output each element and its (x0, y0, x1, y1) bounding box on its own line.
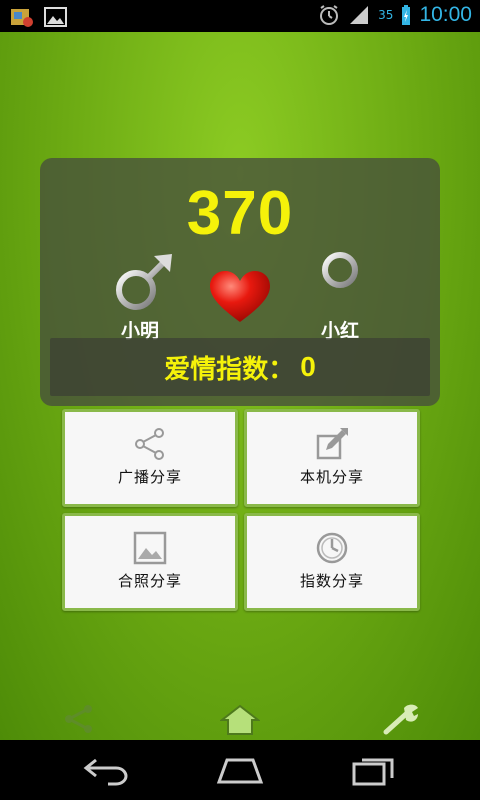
app-notification-icon (11, 9, 33, 27)
score-panel: 370 小明 小红 爱情指数： 0 (40, 158, 440, 406)
back-icon[interactable] (82, 752, 130, 788)
system-nav-bar (0, 740, 480, 800)
love-index-label: 爱情指数： (164, 354, 295, 385)
tile-label: 本机分享 (299, 468, 364, 486)
tile-label: 指数分享 (299, 572, 364, 590)
recent-apps-icon[interactable] (350, 752, 398, 788)
wrench-icon[interactable] (382, 702, 420, 736)
love-index-value: 0 (300, 351, 316, 382)
score-value: 370 (186, 179, 294, 248)
image-notification-icon (44, 7, 67, 27)
female-symbol-icon (322, 252, 358, 312)
tile-label: 合照分享 (117, 572, 182, 590)
home-nav-icon[interactable] (215, 752, 265, 788)
male-symbol-icon (116, 254, 172, 310)
photo-icon (133, 531, 167, 565)
battery-charging-icon (402, 5, 411, 25)
edit-share-icon (316, 428, 348, 460)
battery-level: 35 (378, 8, 394, 22)
tile-label: 广播分享 (117, 468, 182, 486)
heart-icon (210, 271, 270, 322)
clock: 10:00 (419, 3, 472, 26)
photo-share-button[interactable]: 合照分享 (62, 513, 238, 611)
love-index-bar: 爱情指数： 0 (50, 338, 430, 396)
share-icon[interactable] (62, 702, 96, 736)
alarm-icon (320, 5, 339, 25)
index-share-button[interactable]: 指数分享 (244, 513, 420, 611)
local-share-button[interactable]: 本机分享 (244, 409, 420, 507)
app-content: 370 小明 小红 爱情指数： 0 广播分享 本机分享 合照分享 指数分享 (0, 32, 480, 740)
clock-icon (316, 532, 348, 564)
share-icon (135, 428, 164, 460)
status-bar: 35 10:00 (0, 0, 480, 32)
broadcast-share-button[interactable]: 广播分享 (62, 409, 238, 507)
signal-icon (350, 6, 369, 24)
home-icon[interactable] (220, 704, 260, 736)
